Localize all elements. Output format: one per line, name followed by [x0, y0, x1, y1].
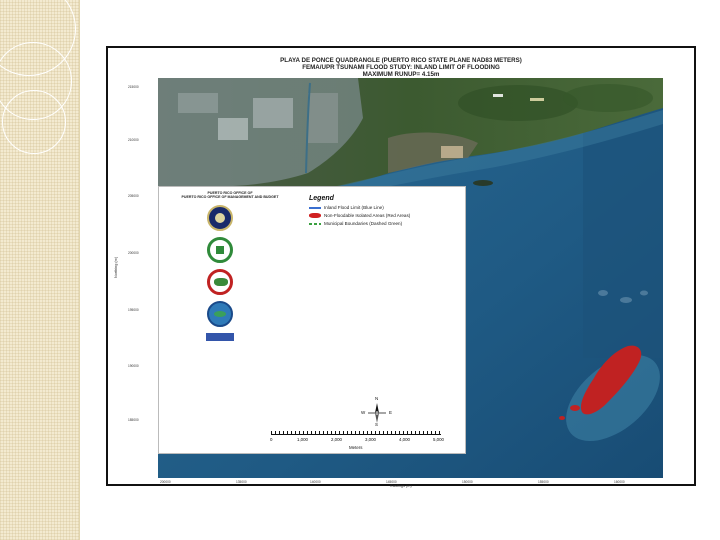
decorative-circle — [2, 90, 66, 154]
scale-label: 0 — [270, 437, 273, 442]
map-title: PLAYA DE PONCE QUADRANGLE (PUERTO RICO S… — [108, 57, 694, 78]
y-tick-label: 200000 — [128, 251, 139, 255]
y-tick-label: 185000 — [128, 418, 139, 422]
y-tick-label: 205000 — [128, 194, 139, 198]
y-axis-label: Northing (m) — [114, 256, 118, 278]
map-title-line: PLAYA DE PONCE QUADRANGLE (PUERTO RICO S… — [280, 57, 522, 64]
legend-item-label: Non-Floodable Isolated Areas (Red Areas) — [324, 213, 411, 218]
scale-label: 2,000 — [331, 437, 342, 442]
decorative-sidebar — [0, 0, 80, 540]
x-axis-label: Eastings (m) — [390, 484, 412, 488]
agency-logo-green — [207, 237, 233, 263]
legend-title: Legend — [309, 195, 334, 202]
map-title-line: FEMA/UPR TSUNAMI FLOOD STUDY: INLAND LIM… — [302, 64, 500, 71]
scale-bar: 0 1,000 2,000 3,000 4,000 5,000 Meters — [270, 431, 451, 455]
scale-label: 1,000 — [297, 437, 308, 442]
agency-logo-red — [207, 269, 233, 295]
legend-item-red-areas: Non-Floodable Isolated Areas (Red Areas) — [309, 213, 410, 219]
agency-logo-globe — [207, 301, 233, 327]
legend-item-label: Municipal Boundaries (Dashed Green) — [324, 221, 403, 226]
map-frame: PLAYA DE PONCE QUADRANGLE (PUERTO RICO S… — [106, 46, 696, 488]
seal-logo — [207, 205, 233, 231]
legend-swatch — [309, 223, 321, 225]
south-label: S — [375, 422, 379, 427]
west-label: W — [361, 410, 366, 415]
agency-title-line: PUERTO RICO OFFICE OF MANAGEMENT AND BUD… — [181, 195, 279, 200]
y-tick-label: 215000 — [128, 85, 139, 89]
y-tick-label: 195000 — [128, 308, 139, 312]
legend-item-label: Inland Flood Limit (Blue Line) — [324, 205, 384, 210]
agency-title: PUERTO RICO OFFICE OF PUERTO RICO OFFICE… — [165, 191, 295, 200]
legend-swatch — [309, 213, 321, 219]
north-label: N — [375, 396, 379, 401]
scale-label: 5,000 — [433, 437, 444, 442]
scale-bar-line — [271, 431, 441, 435]
legend-swatch — [309, 207, 321, 209]
north-arrow: N S W E — [361, 396, 393, 427]
east-label: E — [389, 410, 393, 415]
map-title-line: MAXIMUM RUNUP= 4.15m — [362, 71, 440, 78]
y-tick-label: 210000 — [128, 138, 139, 142]
legend-panel: PUERTO RICO OFFICE OF PUERTO RICO OFFICE… — [158, 186, 466, 454]
scale-label: 4,000 — [399, 437, 410, 442]
map-satellite-view[interactable]: PUERTO RICO OFFICE OF PUERTO RICO OFFICE… — [158, 78, 663, 478]
legend-item-municipal: Municipal Boundaries (Dashed Green) — [309, 221, 402, 227]
y-tick-label: 190000 — [128, 364, 139, 368]
legend-item-flood-limit: Inland Flood Limit (Blue Line) — [309, 205, 384, 211]
agency-logo-badge — [206, 333, 234, 341]
scale-unit: Meters — [349, 445, 363, 450]
scale-label: 3,000 — [365, 437, 376, 442]
